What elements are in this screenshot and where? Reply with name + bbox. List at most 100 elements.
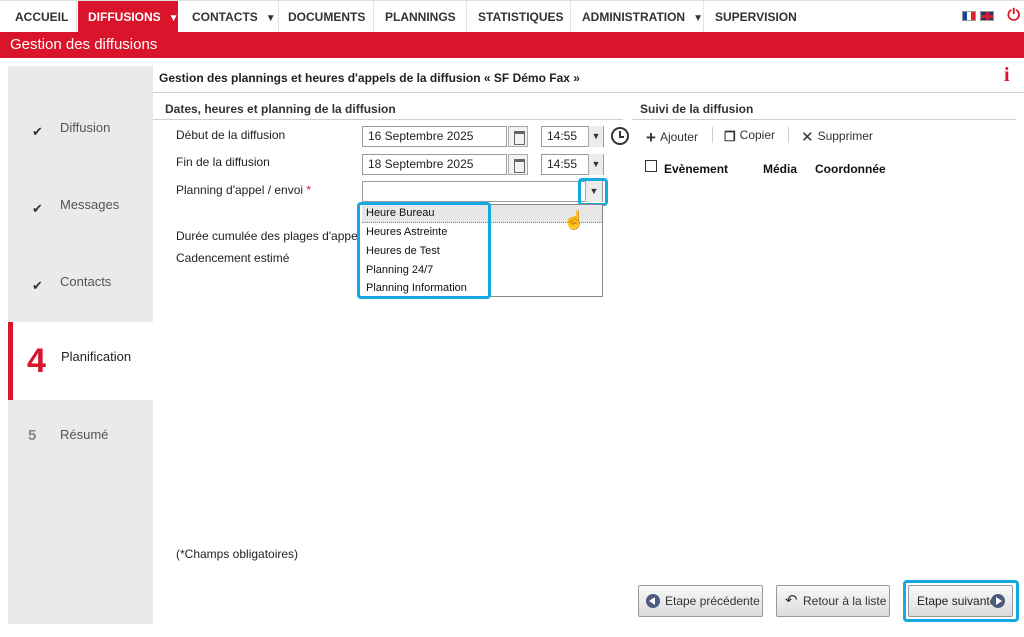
required-note: (*Champs obligatoires) (176, 547, 299, 561)
nav-divider (703, 1, 704, 33)
previous-step-button[interactable]: Etape précédente (638, 585, 763, 617)
nav-documents-label: DOCUMENTS (288, 10, 366, 24)
column-header-coords[interactable]: Coordonnée (815, 162, 886, 176)
start-time-select[interactable]: 14:55 ▼ (541, 126, 604, 147)
chevron-down-icon: ▼ (693, 13, 704, 24)
chevron-down-icon: ▼ (168, 13, 179, 24)
nav-divider (466, 1, 467, 33)
nav-plannings-label: PLANNINGS (385, 10, 456, 24)
duration-label: Durée cumulée des plages d'appels (176, 229, 367, 243)
step-number: 4 (27, 342, 46, 380)
nav-divider (570, 1, 571, 33)
chevron-down-icon: ▼ (265, 13, 276, 24)
copy-icon: ❐ (724, 129, 736, 144)
nav-accueil[interactable]: ACCUEIL (5, 1, 78, 33)
nav-documents[interactable]: DOCUMENTS (278, 1, 375, 33)
nav-statistiques-label: STATISTIQUES (478, 10, 564, 24)
delete-label: Supprimer (817, 129, 873, 143)
add-label: Ajouter (659, 130, 698, 144)
highlight-dropdown-arrow (578, 178, 608, 206)
page-title: Gestion des diffusions (10, 36, 158, 53)
nav-administration-label: ADMINISTRATION (582, 10, 686, 24)
nav-contacts-label: CONTACTS (192, 10, 258, 24)
back-to-list-label: Retour à la liste (803, 594, 887, 608)
chevron-down-icon: ▼ (588, 154, 603, 175)
step-messages[interactable]: ✔ Messages (8, 171, 153, 247)
nav-diffusions[interactable]: DIFFUSIONS ▼ (78, 1, 179, 33)
power-icon[interactable]: ⏻ (1007, 7, 1020, 25)
main-content (153, 66, 1024, 624)
checkmark-icon: ✔ (32, 278, 43, 293)
hand-cursor-icon: ☝ (563, 210, 586, 230)
step-resume[interactable]: 5 Résumé (8, 400, 153, 476)
start-time-value: 14:55 (547, 129, 578, 143)
arrow-left-icon (646, 594, 660, 608)
start-date-input[interactable]: 16 Septembre 2025 (362, 126, 507, 147)
copy-label: Copier (739, 128, 776, 142)
previous-step-label: Etape précédente (665, 594, 760, 608)
wizard-steps: ✔ Diffusion ✔ Messages ✔ Contacts 4 Plan… (8, 66, 153, 624)
step-planification[interactable]: 4 Planification (8, 322, 153, 400)
nav-accueil-label: ACCUEIL (15, 10, 69, 24)
select-all-checkbox[interactable] (645, 160, 657, 172)
step-diffusion[interactable]: ✔ Diffusion (8, 94, 153, 170)
column-header-media[interactable]: Média (763, 162, 797, 176)
calendar-icon[interactable] (508, 126, 528, 147)
divider (153, 92, 1024, 93)
delete-button[interactable]: ✕ Supprimer (801, 128, 873, 146)
start-date-label: Début de la diffusion (176, 128, 286, 142)
top-navigation: ACCUEIL DIFFUSIONS ▼ CONTACTS ▼ DOCUMENTS … (0, 0, 1024, 33)
nav-divider (76, 1, 77, 33)
step-label: Résumé (60, 427, 109, 442)
info-icon[interactable]: i (1004, 64, 1010, 87)
step-number: 5 (28, 427, 37, 444)
highlight-dropdown-options (357, 202, 491, 299)
nav-divider (373, 1, 374, 33)
nav-diffusions-label: DIFFUSIONS (88, 10, 161, 24)
tracking-section-title: Suivi de la diffusion (640, 102, 754, 116)
nav-contacts[interactable]: CONTACTS ▼ (182, 1, 286, 33)
checkmark-icon: ✔ (32, 201, 43, 216)
add-button[interactable]: + Ajouter (646, 128, 698, 148)
nav-supervision-label: SUPERVISION (715, 10, 797, 24)
cadence-label: Cadencement estimé (176, 251, 290, 265)
close-icon: ✕ (801, 129, 814, 146)
chevron-down-icon: ▼ (588, 126, 603, 147)
plus-icon: + (646, 128, 656, 147)
checkmark-icon: ✔ (32, 124, 43, 139)
end-date-label: Fin de la diffusion (176, 155, 270, 169)
end-time-select[interactable]: 14:55 ▼ (541, 154, 604, 175)
reply-arrow-icon: ↶ (785, 592, 798, 609)
divider (632, 119, 1016, 120)
step-label: Messages (60, 197, 120, 212)
back-to-list-button[interactable]: ↶ Retour à la liste (776, 585, 890, 617)
toolbar-divider (712, 127, 713, 143)
planning-select[interactable]: ▼ (362, 181, 603, 202)
flag-fr-icon[interactable] (962, 11, 976, 21)
planning-label-text: Planning d'appel / envoi (176, 183, 304, 197)
column-header-event[interactable]: Evènement (664, 162, 728, 176)
nav-plannings[interactable]: PLANNINGS (375, 1, 466, 33)
language-switcher (962, 11, 994, 21)
end-date-input[interactable]: 18 Septembre 2025 (362, 154, 507, 175)
divider (153, 119, 623, 120)
page-title-bar: Gestion des diffusions (0, 32, 1024, 58)
step-label: Diffusion (60, 120, 111, 135)
dates-section-title: Dates, heures et planning de la diffusio… (165, 102, 396, 116)
highlight-next-button (903, 580, 1019, 622)
end-time-value: 14:55 (547, 157, 578, 171)
nav-administration[interactable]: ADMINISTRATION ▼ (572, 1, 713, 33)
nav-statistiques[interactable]: STATISTIQUES (468, 1, 574, 33)
calendar-icon[interactable] (508, 154, 528, 175)
step-label: Contacts (60, 274, 112, 289)
copy-button[interactable]: ❐ Copier (724, 128, 775, 145)
section-heading: Gestion des plannings et heures d'appels… (159, 71, 580, 85)
flag-uk-icon[interactable] (980, 11, 994, 21)
step-label: Planification (61, 349, 132, 364)
required-mark: * (306, 183, 312, 197)
toolbar-divider (788, 127, 789, 143)
step-contacts[interactable]: ✔ Contacts (8, 248, 153, 324)
planning-label: Planning d'appel / envoi * (176, 183, 311, 197)
clock-icon[interactable] (611, 127, 629, 145)
nav-supervision[interactable]: SUPERVISION (705, 1, 807, 33)
